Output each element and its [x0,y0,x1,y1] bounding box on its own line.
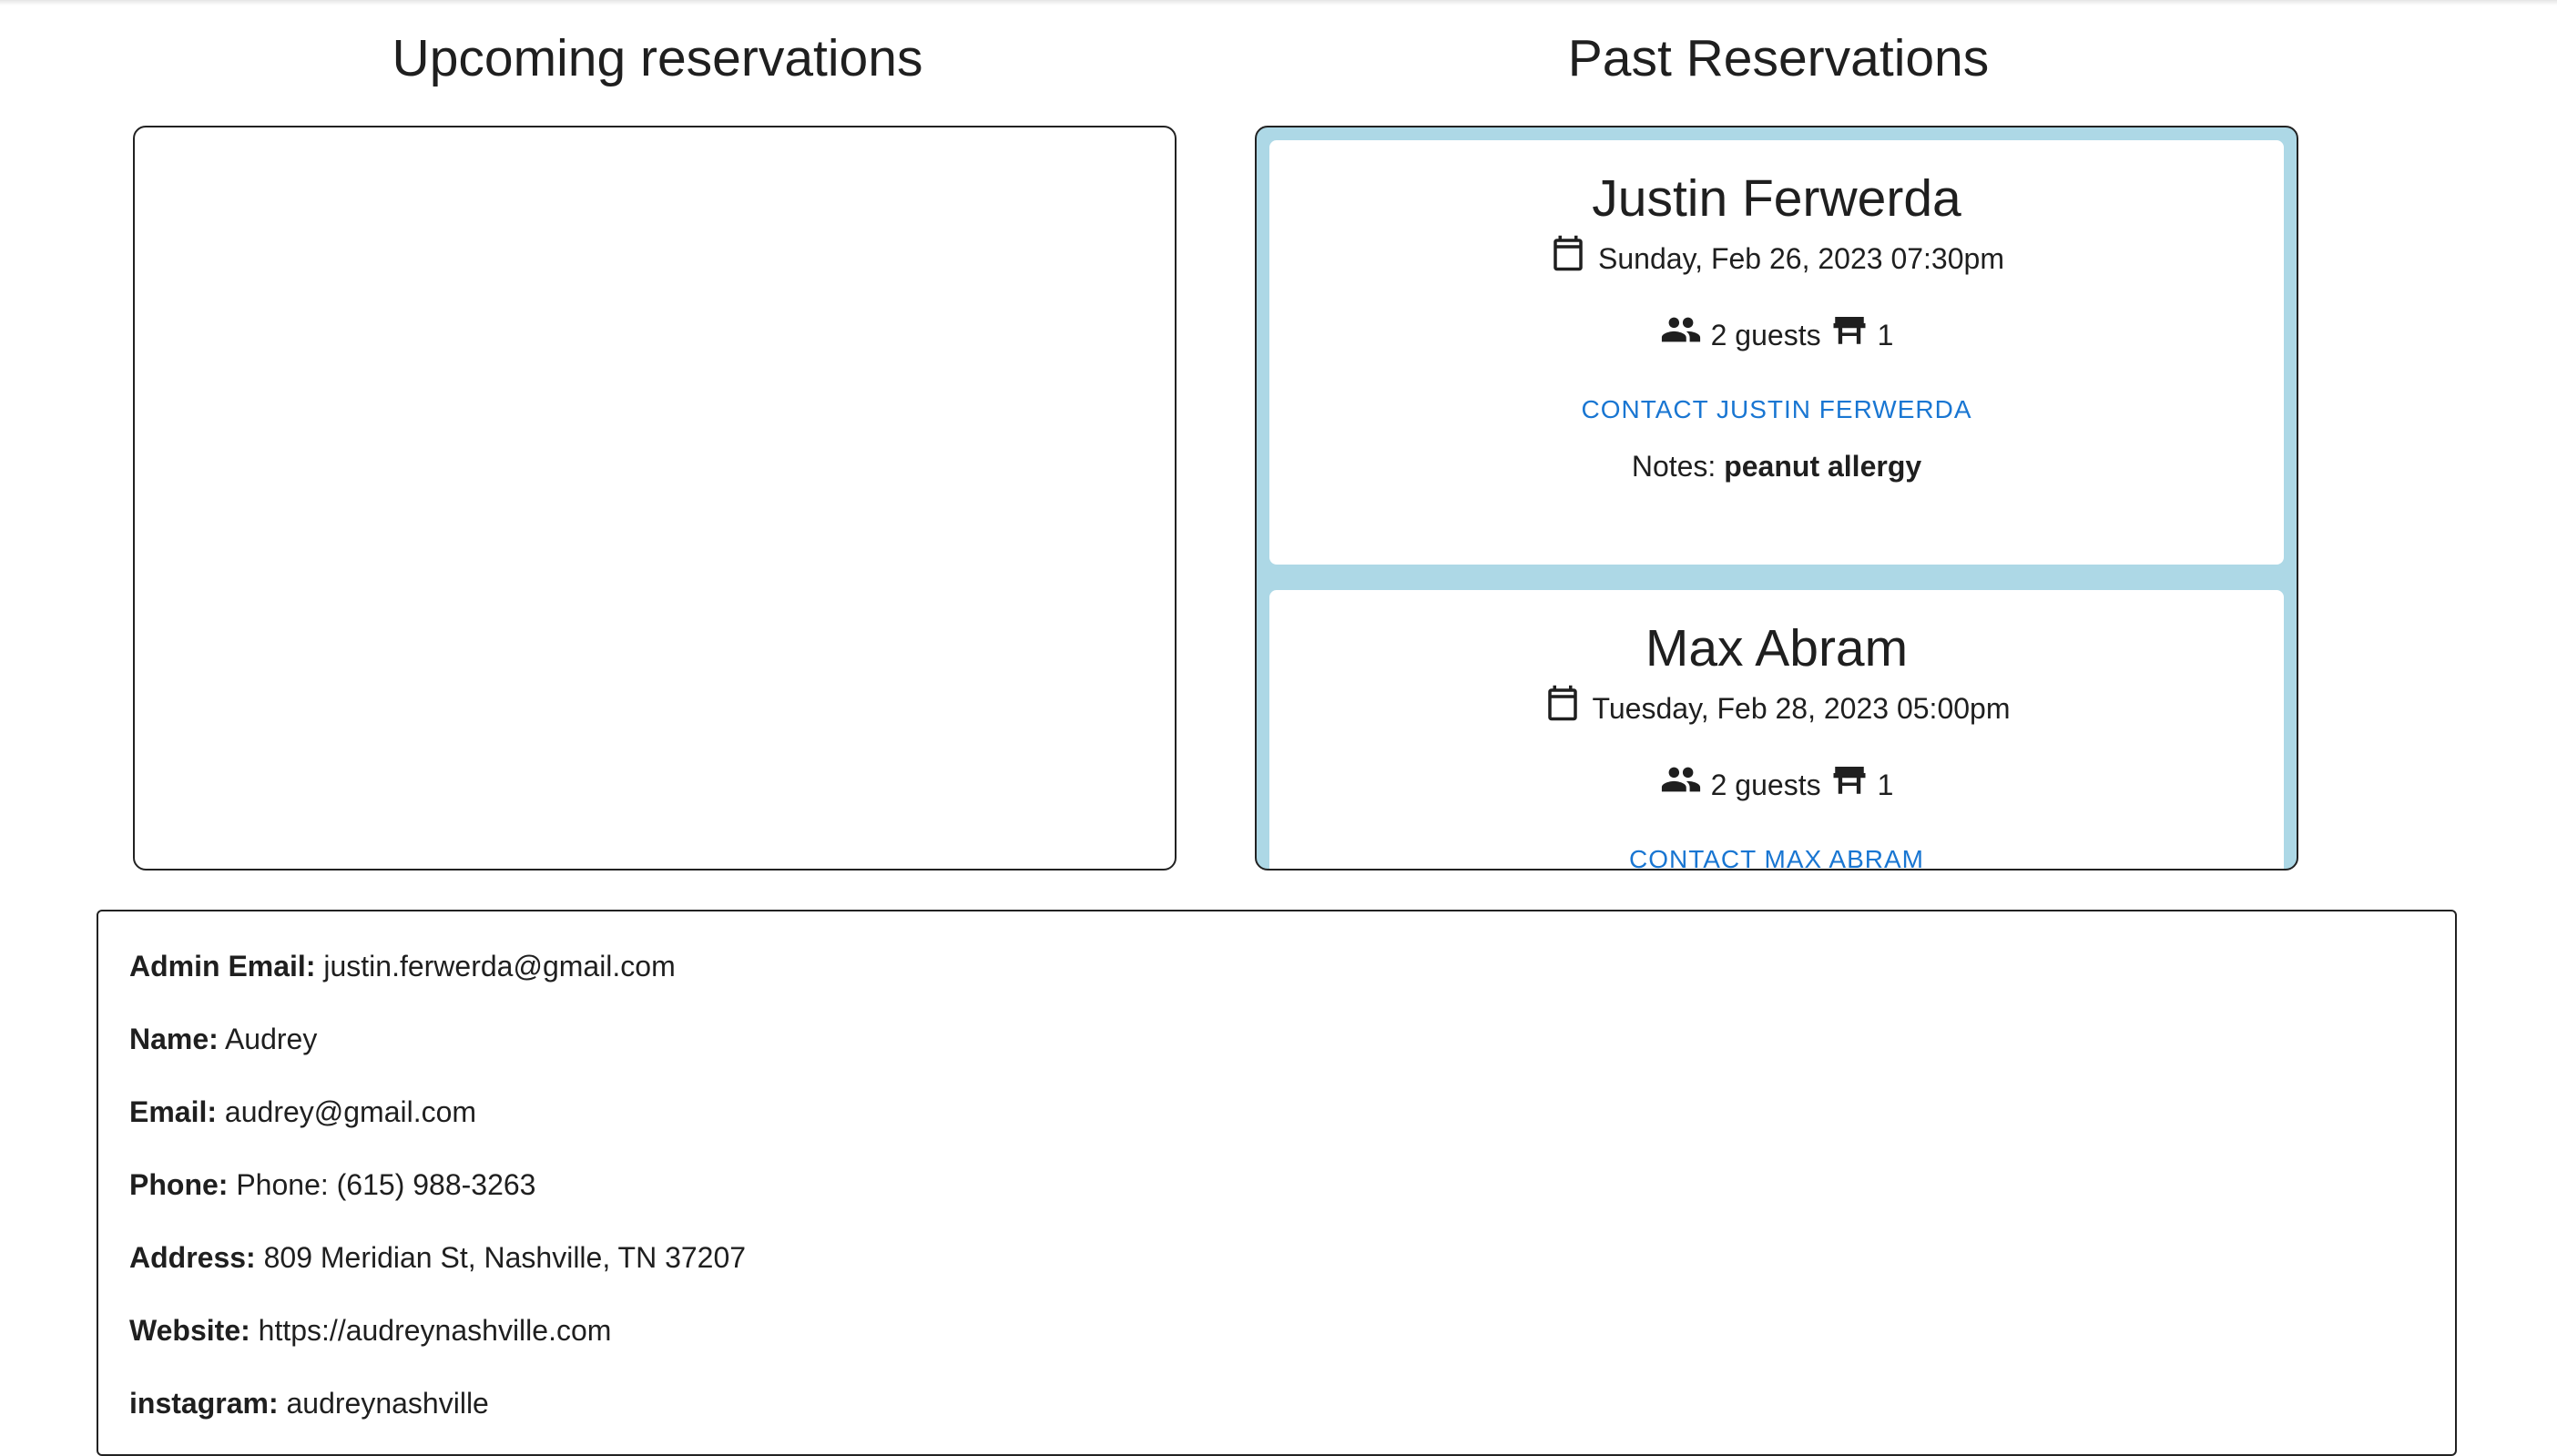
upcoming-reservations-panel[interactable] [133,126,1177,871]
email-label: Email: [129,1095,218,1128]
reservation-date: Sunday, Feb 26, 2023 07:30pm [1598,242,2004,275]
reservation-notes: Notes: peanut allergy [1269,448,2284,484]
instagram-label: instagram: [129,1387,279,1420]
reservation-card: Justin Ferwerda Sunday, Feb 26, 2023 07:… [1269,140,2284,565]
admin-email-value: justin.ferwerda@gmail.com [323,950,676,983]
notes-label: Notes: [1631,450,1717,483]
name-label: Name: [129,1023,219,1055]
email-value: audrey@gmail.com [224,1095,477,1128]
contact-max-abram-button[interactable]: CONTACT MAX ABRAM [1269,841,2284,869]
restaurant-info-panel: Admin Email: justin.ferwerda@gmail.com N… [97,910,2457,1456]
address-row: Address: 809 Meridian St, Nashville, TN … [129,1221,2455,1294]
reservation-guests: 2 guests [1710,769,1821,801]
phone-value: Phone: (615) 988-3263 [236,1168,536,1201]
reservation-guests: 2 guests [1710,319,1821,351]
reservation-date: Tuesday, Feb 28, 2023 05:00pm [1592,692,2011,725]
table-icon [1830,311,1869,360]
website-row: Website: https://audreynashville.com [129,1294,2455,1367]
email-row: Email: audrey@gmail.com [129,1075,2455,1148]
phone-label: Phone: [129,1168,229,1201]
name-row: Name: Audrey [129,1003,2455,1075]
contact-justin-ferwerda-button[interactable]: CONTACT JUSTIN FERWERDA [1269,392,2284,428]
people-icon [1660,761,1702,809]
name-value: Audrey [224,1023,318,1055]
admin-email-label: Admin Email: [129,950,316,983]
reservation-guests-row: 2 guests 1 [1269,763,2284,807]
instagram-row: instagram: audreynashville [129,1367,2455,1440]
phone-row: Phone: Phone: (615) 988-3263 [129,1148,2455,1221]
table-icon [1830,761,1869,809]
reservation-guests-row: 2 guests 1 [1269,313,2284,357]
reservation-name: Justin Ferwerda [1592,169,1961,228]
top-shadow [0,0,2557,5]
past-reservations-title: Past Reservations [1567,29,1990,87]
calendar-icon [1549,232,1587,286]
past-reservations-panel[interactable]: Justin Ferwerda Sunday, Feb 26, 2023 07:… [1255,126,2298,871]
people-icon [1660,311,1702,360]
address-value: 809 Meridian St, Nashville, TN 37207 [263,1241,747,1274]
reservation-date-row: Tuesday, Feb 28, 2023 05:00pm [1269,685,2284,730]
upcoming-reservations-title: Upcoming reservations [392,29,923,87]
notes-value: peanut allergy [1724,450,1922,483]
calendar-icon [1543,682,1582,736]
reservation-table-count: 1 [1877,319,1894,351]
website-label: Website: [129,1314,250,1347]
admin-email-row: Admin Email: justin.ferwerda@gmail.com [129,930,2455,1003]
instagram-value: audreynashville [286,1387,489,1420]
address-label: Address: [129,1241,256,1274]
reservation-table-count: 1 [1877,769,1894,801]
reservation-name: Max Abram [1645,619,1909,677]
reservation-card: Max Abram Tuesday, Feb 28, 2023 05:00pm … [1269,590,2284,869]
website-value: https://audreynashville.com [258,1314,612,1347]
reservation-date-row: Sunday, Feb 26, 2023 07:30pm [1269,235,2284,280]
